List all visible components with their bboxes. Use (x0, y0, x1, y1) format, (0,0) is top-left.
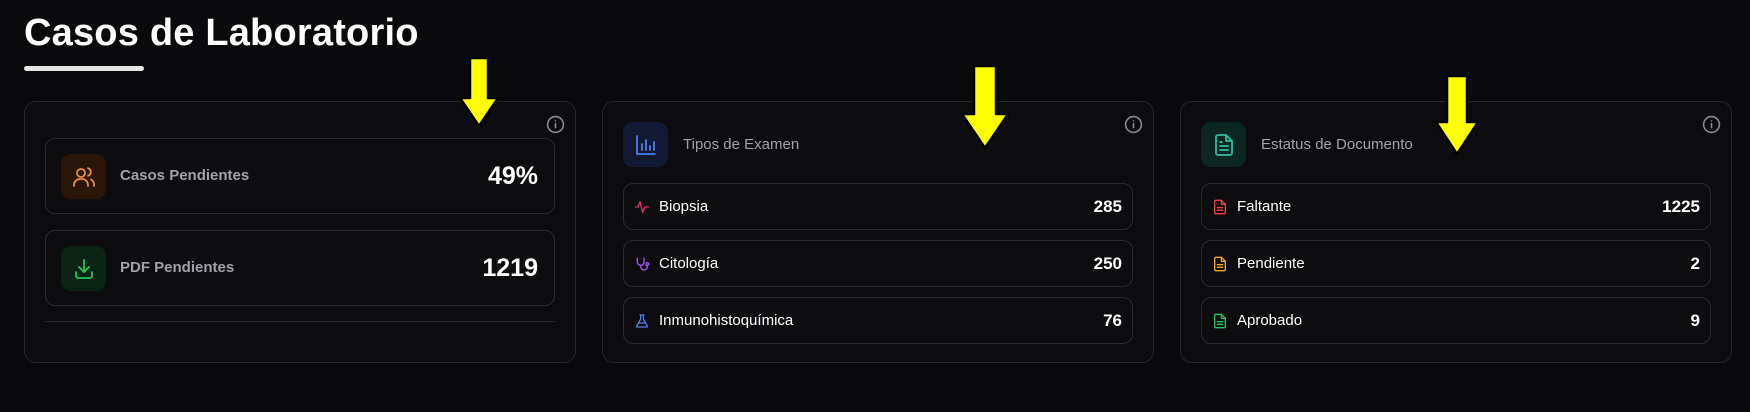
exam-types-card: Tipos de Examen Biopsia 285 Citología 25… (602, 101, 1154, 363)
summary-card: Casos Pendientes 49% PDF Pendientes 1219 (24, 101, 576, 363)
info-icon[interactable] (1124, 115, 1143, 134)
download-icon (61, 246, 106, 291)
row-value: 1225 (1662, 197, 1700, 216)
row-label: Inmunohistoquímica (659, 312, 794, 329)
document-icon (1214, 313, 1226, 329)
flask-icon (636, 314, 648, 328)
exam-row-inmunohistoquimica[interactable]: Inmunohistoquímica 76 (623, 297, 1133, 344)
row-label: Aprobado (1237, 312, 1303, 329)
card-title: Tipos de Examen (683, 136, 800, 153)
row-value: 9 (1690, 311, 1700, 330)
bar-chart-icon (623, 122, 668, 167)
stat-tile-pdf-pendientes[interactable]: PDF Pendientes 1219 (45, 230, 555, 306)
activity-icon (634, 201, 650, 213)
row-value: 285 (1093, 197, 1122, 216)
title-underline (24, 66, 144, 71)
status-row-pendiente[interactable]: Pendiente 2 (1201, 240, 1711, 287)
stethoscope-icon (636, 257, 650, 271)
annotation-arrow (960, 64, 1010, 150)
status-row-faltante[interactable]: Faltante 1225 (1201, 183, 1711, 230)
row-label: Citología (659, 255, 719, 272)
info-icon[interactable] (546, 115, 565, 134)
row-value: 250 (1093, 254, 1122, 273)
exam-row-biopsia[interactable]: Biopsia 285 (623, 183, 1133, 230)
divider (45, 321, 555, 322)
row-value: 2 (1690, 254, 1700, 273)
card-title: Estatus de Documento (1261, 136, 1413, 153)
row-value: 76 (1103, 311, 1122, 330)
users-icon (61, 154, 106, 199)
tile-label: PDF Pendientes (120, 259, 235, 276)
row-label: Faltante (1237, 198, 1292, 215)
stat-tile-casos-pendientes[interactable]: Casos Pendientes 49% (45, 138, 555, 214)
document-icon (1214, 256, 1226, 272)
row-label: Biopsia (659, 198, 709, 215)
row-label: Pendiente (1237, 255, 1305, 272)
status-row-aprobado[interactable]: Aprobado 9 (1201, 297, 1711, 344)
annotation-arrow (458, 56, 500, 128)
tile-value: 49% (487, 162, 538, 190)
document-icon (1201, 122, 1246, 167)
info-icon[interactable] (1702, 115, 1721, 134)
exam-row-citologia[interactable]: Citología 250 (623, 240, 1133, 287)
tile-label: Casos Pendientes (120, 167, 250, 184)
annotation-arrow (1434, 74, 1480, 156)
tile-value: 1219 (482, 254, 538, 282)
page-title: Casos de Laboratorio (24, 12, 419, 54)
document-icon (1214, 199, 1226, 215)
